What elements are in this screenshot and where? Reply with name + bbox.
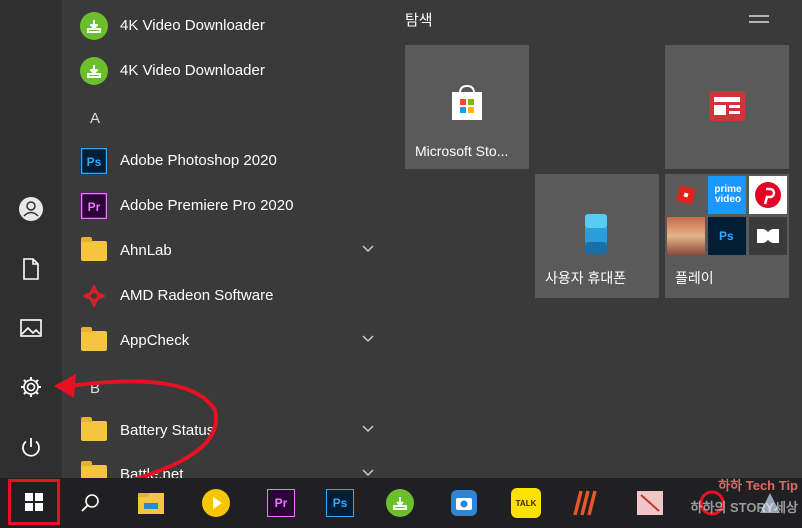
media-player-icon[interactable] [196,483,236,523]
tiles-panel: 탐색 Microsoft Sto... 사용자 휴대폰 prime video … [388,0,802,478]
tile-news[interactable] [665,45,789,169]
snipping-icon[interactable] [630,483,670,523]
photoshop-icon: Ps [80,146,108,175]
photoshop-taskbar-text: Ps [326,489,354,517]
photoshop-icon[interactable]: Ps [320,483,360,523]
tile-label: 사용자 휴대폰 [545,270,627,286]
list-item[interactable]: Battle.net [62,452,388,478]
app-label: AhnLab [120,242,172,259]
folder-icon [80,416,108,445]
camera-icon[interactable] [444,483,484,523]
file-explorer-icon[interactable] [131,483,171,523]
list-item[interactable]: Ps Adobe Photoshop 2020 [62,138,388,183]
app-label: Adobe Photoshop 2020 [120,152,277,169]
news-icon [709,91,745,121]
dolby-tile[interactable] [749,217,787,255]
4k-video-downloader-icon [80,56,108,85]
folder-icon [80,460,108,478]
search-icon[interactable] [70,483,110,523]
taskbar: Pr Ps TALK [0,478,802,528]
prime-video-tile[interactable]: prime video [708,176,746,214]
list-item[interactable]: 4K Video Downloader [62,3,388,48]
pinterest-icon [755,182,781,208]
list-item[interactable]: Pr Adobe Premiere Pro 2020 [62,183,388,228]
chevron-down-icon[interactable] [362,335,374,343]
start-button[interactable] [8,479,60,525]
pinterest-tile[interactable] [749,176,787,214]
settings-icon[interactable] [14,370,48,404]
list-item[interactable]: AhnLab [62,228,388,273]
prime-video-text: prime video [714,184,742,205]
windows-logo-icon [25,493,43,511]
tile-label: 플레이 [675,270,714,286]
document-icon[interactable] [14,252,48,286]
microsoft-store-icon [452,84,482,120]
tile-group-title[interactable]: 탐색 [405,9,433,30]
app-icon[interactable] [750,483,790,523]
roblox-icon [676,185,696,205]
list-item[interactable]: Battery Status [62,408,388,453]
svg-text:Ps: Ps [87,155,102,169]
start-menu-rail [0,0,62,478]
user-icon[interactable] [14,192,48,226]
app-label: Battle.net [120,466,184,478]
kakaotalk-icon[interactable]: TALK [506,483,546,523]
app-list: 4K Video Downloader 4K Video Downloader … [62,0,388,478]
list-item[interactable]: AMD Radeon Software [62,273,388,318]
hamburger-icon[interactable] [748,14,770,24]
app-label: Battery Status [120,422,215,439]
folder-icon [80,236,108,265]
premiere-taskbar-text: Pr [267,489,295,517]
list-item[interactable]: 4K Video Downloader [62,48,388,93]
4k-video-downloader-icon [80,11,108,40]
app-icon[interactable] [566,483,606,523]
section-letter-b[interactable]: B [90,380,100,397]
roblox-tile[interactable] [667,176,705,214]
app-label: AppCheck [120,332,190,349]
chevron-down-icon[interactable] [362,425,374,433]
game-thumbnail-tile[interactable] [667,217,705,255]
power-icon[interactable] [14,430,48,464]
tile-your-phone[interactable]: 사용자 휴대폰 [535,174,659,298]
chevron-down-icon[interactable] [362,245,374,253]
app-label: Adobe Premiere Pro 2020 [120,197,294,214]
phone-icon [585,214,607,254]
dolby-icon [757,229,779,243]
section-letter-a[interactable]: A [90,110,100,127]
kakaotalk-text: TALK [511,488,541,518]
pictures-icon[interactable] [14,311,48,345]
list-item[interactable]: AppCheck [62,318,388,363]
svg-text:Pr: Pr [88,200,101,214]
tile-label: Microsoft Sto... [415,143,509,159]
app-icon[interactable] [692,483,732,523]
tile-microsoft-store[interactable]: Microsoft Sto... [405,45,529,169]
chevron-down-icon[interactable] [362,469,374,477]
tile-play-folder[interactable]: prime video Ps 플레이 [665,174,789,298]
amd-radeon-icon [80,282,108,310]
4k-video-downloader-icon[interactable] [380,483,420,523]
app-label: AMD Radeon Software [120,287,274,304]
photoshop-express-tile[interactable]: Ps [708,217,746,255]
folder-icon [80,326,108,355]
premiere-pro-icon[interactable]: Pr [261,483,301,523]
premiere-pro-icon: Pr [80,191,108,220]
photoshop-tile-text: Ps [719,229,734,243]
app-label: 4K Video Downloader [120,17,265,34]
app-label: 4K Video Downloader [120,62,265,79]
